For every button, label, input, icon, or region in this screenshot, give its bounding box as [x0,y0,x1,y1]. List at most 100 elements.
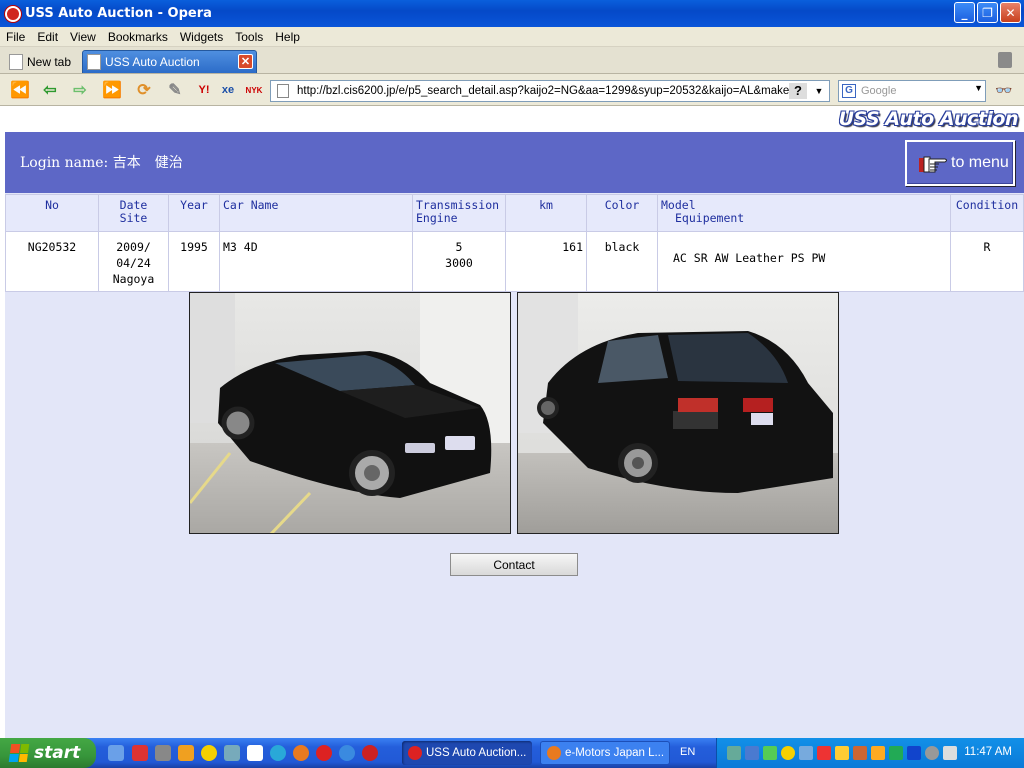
edit-icon[interactable]: ✎ [165,80,185,100]
menu-file[interactable]: File [0,30,31,44]
tray-app2-icon[interactable] [799,746,813,760]
reload-icon[interactable]: ⟳ [134,80,154,100]
fast-forward-icon[interactable]: ⏩ [102,80,122,100]
login-band: Login name: 吉本 健治 to menu [5,132,1024,193]
menu-view[interactable]: View [64,30,102,44]
menu-widgets[interactable]: Widgets [174,30,229,44]
close-window-button[interactable]: ✕ [1000,2,1021,23]
taskbar-item-emotors[interactable]: e-Motors Japan L... [540,741,670,765]
quicklaunch-firefox-icon[interactable] [293,745,309,761]
cell-car-name: M3 4D [219,231,413,292]
quicklaunch-explorer-icon[interactable] [108,745,124,761]
header-color: Color [586,194,658,232]
quicklaunch-pdf-icon[interactable] [132,745,148,761]
url-text: http://bzl.cis6200.jp/e/p5_search_detail… [297,85,807,97]
nyk-icon[interactable]: NYK [244,80,264,100]
volume-icon[interactable] [943,746,957,760]
trash-icon[interactable] [998,52,1012,68]
page-icon [277,84,289,98]
chevron-down-icon[interactable]: ▼ [974,83,983,93]
contact-button[interactable]: Contact [450,553,578,576]
shield-icon[interactable] [817,746,831,760]
messenger-icon[interactable] [781,746,795,760]
glasses-icon[interactable]: 👓 [994,80,1014,100]
minimize-button[interactable]: _ [954,2,975,23]
folder-icon[interactable] [871,746,885,760]
quicklaunch-clock-icon[interactable] [247,745,263,761]
cell-condition: R [950,231,1024,292]
info-icon[interactable]: ? [789,83,807,99]
to-menu-label: to menu [951,154,1009,171]
to-menu-button[interactable]: to menu [905,140,1015,186]
search-placeholder: Google [861,85,897,97]
header-condition: Condition [950,194,1024,232]
opera-icon [408,746,422,760]
window-title-bar[interactable]: USS Auto Auction - Opera _ ❐ ✕ [0,0,1024,27]
menu-edit[interactable]: Edit [31,30,64,44]
tray-app4-icon[interactable] [889,746,903,760]
task-label: USS Auto Auction... [426,747,527,759]
opera-icon [5,5,21,22]
quicklaunch-opera-icon[interactable] [316,745,332,761]
cell-no: NG20532 [5,231,99,292]
yahoo-icon[interactable]: Y! [194,80,214,100]
site-logo: USS Auto Auction [838,108,1019,130]
close-tab-icon[interactable]: ✕ [238,54,253,69]
network-icon[interactable] [727,746,741,760]
menu-bar: File Edit View Bookmarks Widgets Tools H… [0,27,1024,47]
menu-help[interactable]: Help [269,30,306,44]
security-icon[interactable] [763,746,777,760]
page-icon [87,54,101,70]
quicklaunch-winamp-icon[interactable] [178,745,194,761]
quicklaunch-mail-icon[interactable] [224,745,240,761]
quicklaunch-ie-icon[interactable] [339,745,355,761]
alert-icon[interactable] [835,746,849,760]
windows-flag-icon [8,744,30,762]
language-indicator[interactable]: EN [680,746,695,758]
clock: 11:47 AM [964,746,1012,758]
quicklaunch-messenger-icon[interactable] [201,745,217,761]
restore-button[interactable]: ❐ [977,2,998,23]
tray-app-icon[interactable] [745,746,759,760]
search-field[interactable]: G Google ▼ [838,80,986,102]
quicklaunch-player-icon[interactable] [270,745,286,761]
chevron-down-icon[interactable]: ▼ [811,83,827,99]
google-icon: G [842,84,856,98]
menu-tools[interactable]: Tools [229,30,269,44]
tab-new-tab[interactable]: New tab [5,50,77,73]
taskbar: start USS Auto Auction... e-Motors Japan… [0,738,1024,768]
tray-app5-icon[interactable] [925,746,939,760]
cell-equipment: AC SR AW Leather PS PW [657,231,951,292]
tab-uss-auto-auction[interactable]: USS Auto Auction ✕ [82,50,257,73]
cell-transmission-engine: 5 3000 [412,231,506,292]
rewind-icon[interactable]: ⏪ [10,80,30,100]
car-photo-front[interactable] [189,292,511,534]
table-row: NG20532 2009/04/24 Nagoya 1995 M3 4D 5 300… [5,231,1024,292]
page-content: USS Auto Auction Login name: 吉本 健治 to me… [5,107,1024,738]
cell-km: 161 [505,231,587,292]
task-label: e-Motors Japan L... [565,747,665,759]
taskbar-item-uss[interactable]: USS Auto Auction... [402,741,532,765]
address-bar[interactable]: http://bzl.cis6200.jp/e/p5_search_detail… [270,80,830,102]
system-tray: 11:47 AM [716,738,1024,768]
forward-icon[interactable]: ⇨ [70,80,90,100]
menu-bookmarks[interactable]: Bookmarks [102,30,174,44]
monitor-icon[interactable] [907,746,921,760]
start-button[interactable]: start [0,738,96,768]
tray-app3-icon[interactable] [853,746,867,760]
quicklaunch-app-icon[interactable] [155,745,171,761]
header-km: km [505,194,587,232]
tab-label: New tab [27,54,72,69]
page-icon [9,53,23,70]
back-icon[interactable]: ⇦ [40,80,60,100]
xe-icon[interactable]: xe [218,80,238,100]
cell-date-site: 2009/04/24 Nagoya [98,231,169,292]
cell-year: 1995 [168,231,220,292]
window-title: USS Auto Auction - Opera [25,6,212,21]
quicklaunch-app2-icon[interactable] [362,745,378,761]
header-no: No [5,194,99,232]
login-name: Login name: 吉本 健治 [20,155,183,171]
car-photo-rear[interactable] [517,292,839,534]
table-header-row: No Date Site Year Car Name Transmission En… [5,194,1024,232]
pointing-hand-icon [915,150,949,176]
